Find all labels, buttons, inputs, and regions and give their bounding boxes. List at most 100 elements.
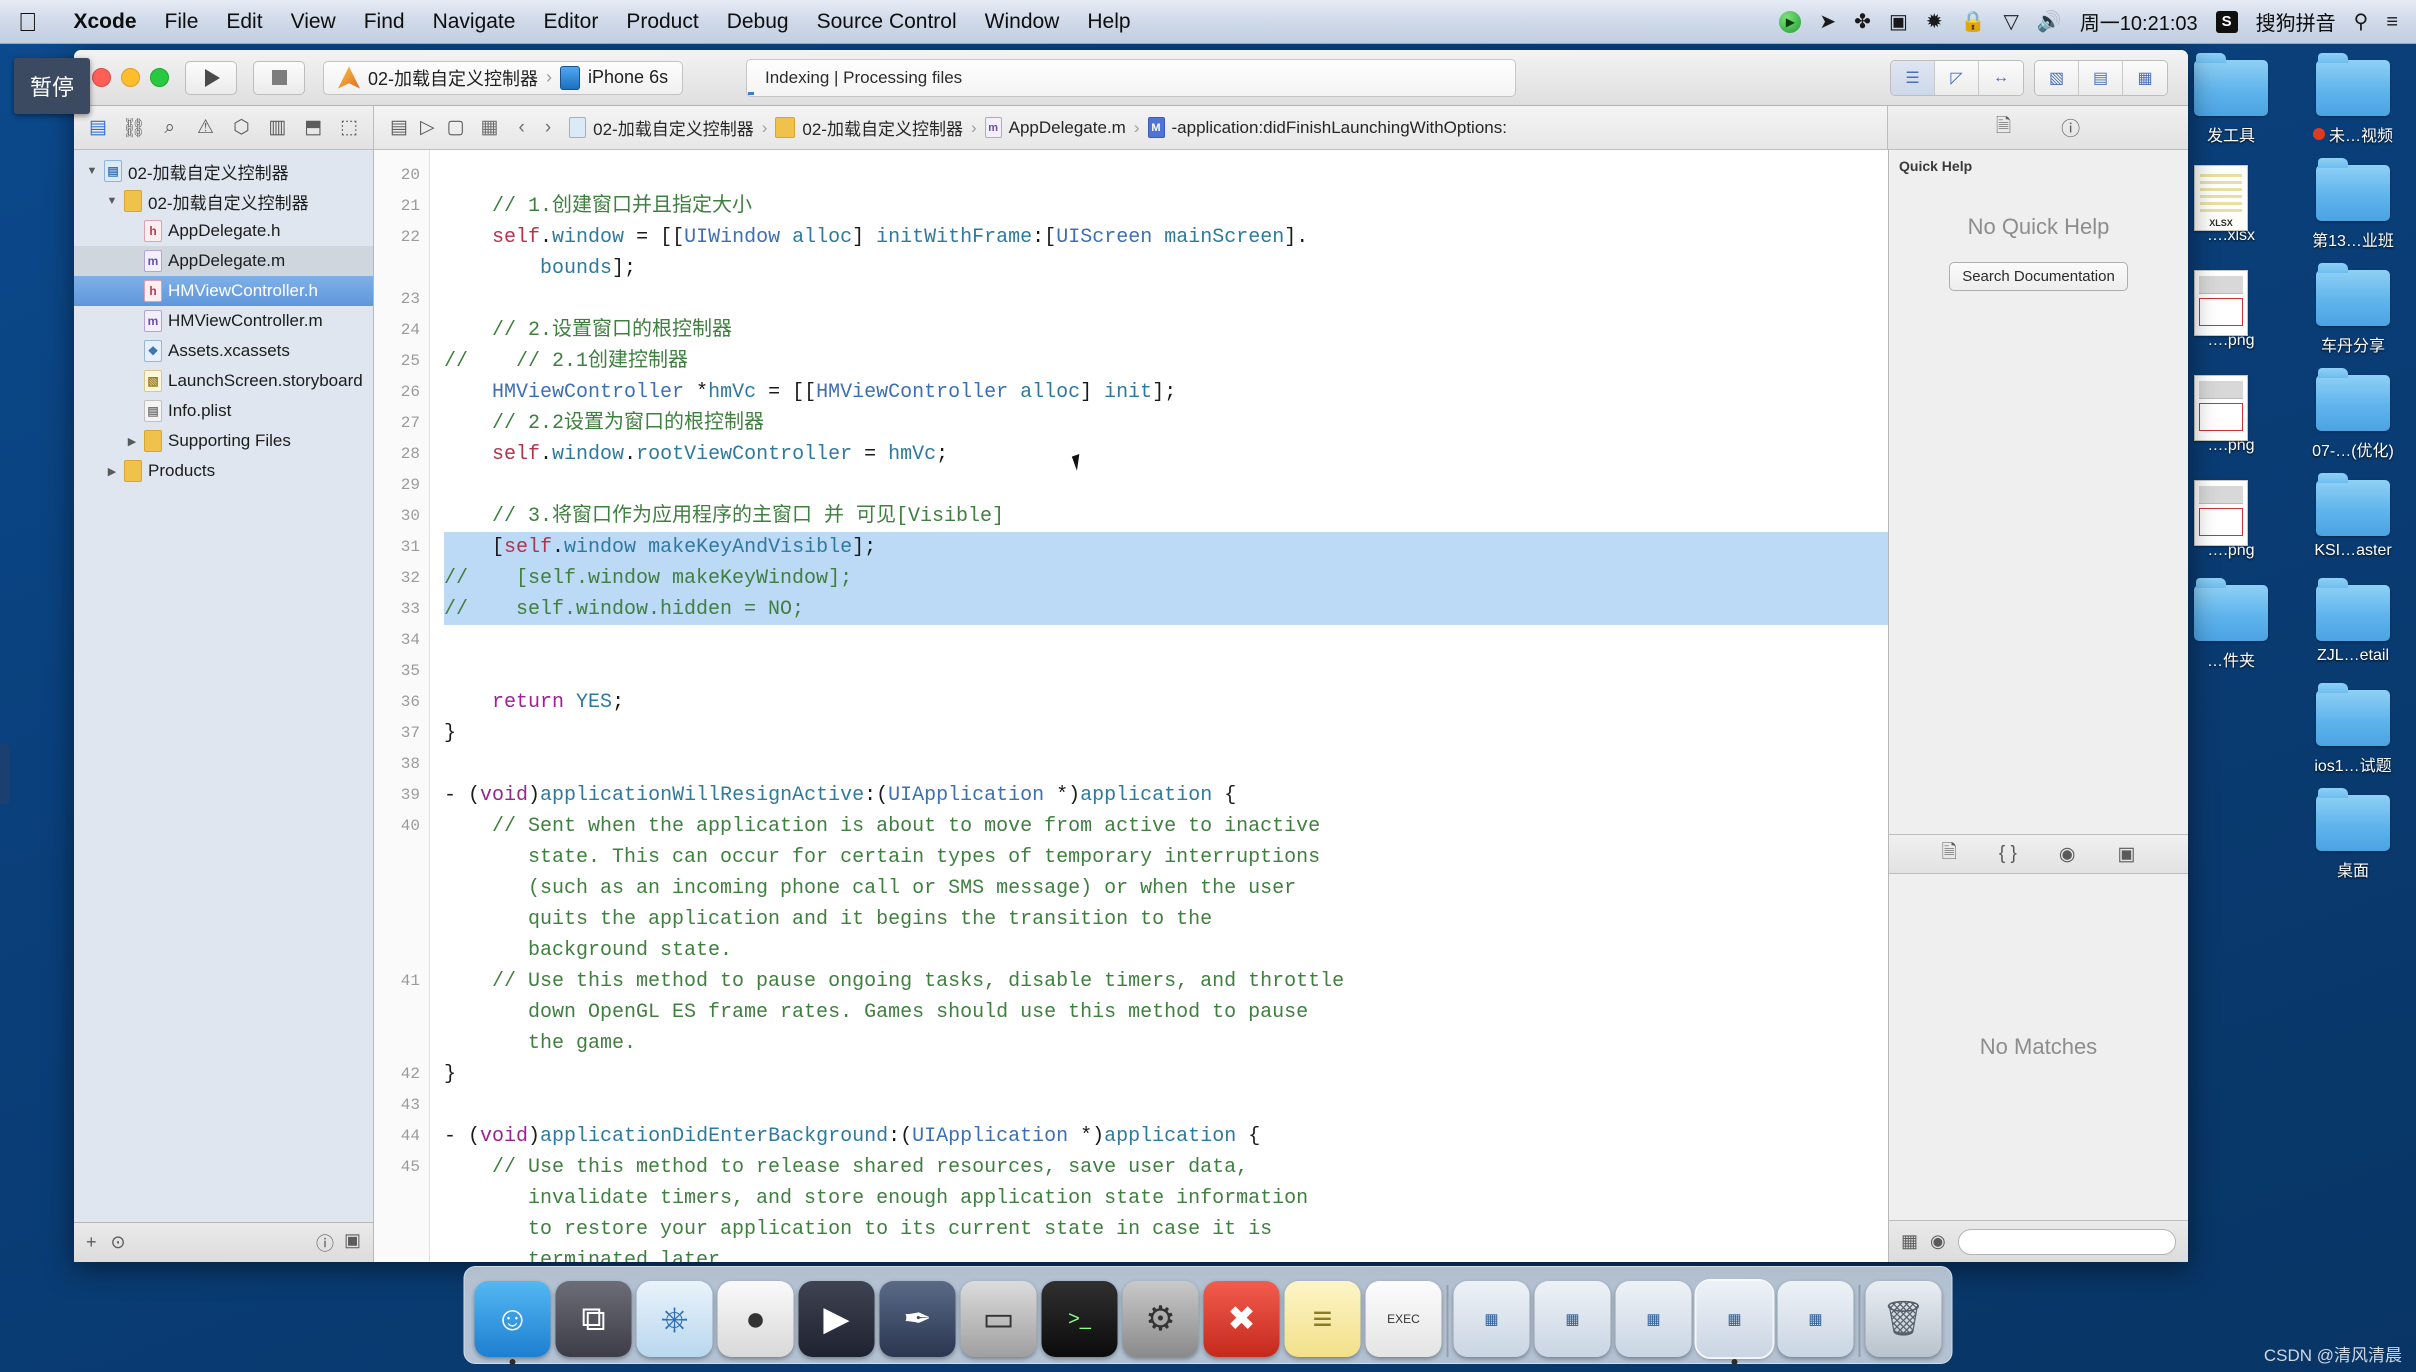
code-line[interactable]: bounds]; (444, 253, 1888, 284)
bluetooth-icon[interactable]: ✤ (1854, 12, 1871, 32)
desktop-icon-5[interactable]: 车丹分享 (2294, 263, 2412, 369)
desktop-icon-11[interactable]: ZJL…etail (2294, 578, 2412, 684)
code-line[interactable]: // Sent when the application is about to… (444, 811, 1888, 842)
code-text[interactable]: // 1.创建窗口并且指定大小 self.window = [[UIWindow… (430, 150, 1888, 1262)
dock-item-pen-tool[interactable]: ✒ (879, 1281, 956, 1357)
code-snippet-library-icon[interactable]: { } (1999, 843, 2017, 865)
navigator-item-8[interactable]: ▤ Info.plist (74, 396, 373, 426)
desktop-icon-6[interactable]: ….png (2172, 369, 2290, 474)
toggle-debug-area-button[interactable]: ▤ (2079, 60, 2123, 95)
input-method-label[interactable]: 搜狗拼音 (2256, 7, 2336, 36)
editor-assistant-button[interactable]: ◸ (1935, 60, 1979, 95)
code-line[interactable]: state. This can occur for certain types … (444, 842, 1888, 873)
code-line[interactable] (444, 656, 1888, 687)
close-window-button[interactable] (92, 68, 111, 87)
control-center-icon[interactable]: ≡ (2386, 12, 2398, 32)
code-line[interactable]: invalidate timers, and store enough appl… (444, 1183, 1888, 1214)
dock-item-exec-app[interactable]: EXEC (1365, 1281, 1442, 1357)
zoom-window-button[interactable] (150, 68, 169, 87)
code-line[interactable] (444, 625, 1888, 656)
dock-item-xmind[interactable]: ✖ (1203, 1281, 1280, 1357)
dock-item-trash[interactable]: 🗑 (1865, 1281, 1942, 1357)
dock-item-window-5[interactable]: ▦ (1777, 1281, 1854, 1357)
desktop-icon-3[interactable]: 第13…业班 (2294, 158, 2412, 264)
desktop-icon-1[interactable]: 未…视频 (2294, 53, 2412, 159)
navigator-item-9[interactable]: ▶ Supporting Files (74, 426, 373, 456)
breadcrumb-item-0[interactable]: 02-加载自定义控制器 (561, 115, 762, 140)
comments-icon[interactable]: ▢ (441, 116, 471, 139)
code-line[interactable] (444, 470, 1888, 501)
airdrop-icon[interactable]: ✹ (1926, 12, 1943, 32)
code-line[interactable]: background state. (444, 935, 1888, 966)
menu-item-navigate[interactable]: Navigate (419, 10, 530, 34)
code-line[interactable] (444, 160, 1888, 191)
dock-item-system-preferences[interactable]: ⚙ (1122, 1281, 1199, 1357)
dock-item-window-4[interactable]: ▦ (1694, 1279, 1775, 1365)
previous-file-icon[interactable]: ▷ (414, 116, 441, 139)
back-button[interactable]: ‹ (508, 117, 534, 139)
code-line[interactable] (444, 749, 1888, 780)
navigator-item-10[interactable]: ▶ Products (74, 456, 373, 486)
search-documentation-button[interactable]: Search Documentation (1949, 262, 2128, 291)
desktop-icon-13[interactable]: ios1…试题 (2294, 683, 2412, 789)
quick-help-inspector-icon[interactable]: ⓘ (2061, 114, 2080, 141)
grid-icon[interactable]: ▦ (471, 116, 509, 139)
toggle-navigator-button[interactable]: ▧ (2035, 60, 2079, 95)
desktop-icon-0[interactable]: 发工具 (2172, 53, 2290, 159)
debug-navigator-icon[interactable]: ▥ (264, 116, 290, 139)
menu-bar-clock[interactable]: 周一10:21:03 (2080, 7, 2198, 36)
disclosure-triangle-icon[interactable]: ▶ (124, 435, 140, 448)
code-line[interactable]: - (void)applicationWillResignActive:(UIA… (444, 780, 1888, 811)
breadcrumb-item-3[interactable]: M -application:didFinishLaunchingWithOpti… (1140, 117, 1515, 138)
volume-icon[interactable]: 🔊 (2037, 12, 2062, 32)
wifi-icon[interactable]: ▽ (2004, 12, 2019, 32)
code-line[interactable]: // 2.设置窗口的根控制器 (444, 315, 1888, 346)
navigator-item-2[interactable]: h AppDelegate.h (74, 216, 373, 246)
desktop-icon-9[interactable]: KSI…aster (2294, 473, 2412, 579)
dock-item-window-1[interactable]: ▦ (1453, 1281, 1530, 1357)
dock-item-mouse-utility[interactable]: ● (717, 1281, 794, 1357)
run-button[interactable] (185, 60, 237, 95)
screen-recorder-icon[interactable]: ▶ (1779, 10, 1802, 33)
desktop-icon-12[interactable] (2172, 684, 2290, 789)
project-navigator-icon[interactable]: ▤ (85, 116, 111, 139)
file-inspector-icon[interactable]: 🗎 (1996, 112, 2011, 144)
disclosure-triangle-icon[interactable]: ▼ (84, 165, 100, 177)
code-line[interactable]: // 2.2设置为窗口的根控制器 (444, 408, 1888, 439)
code-line[interactable]: terminated later. (444, 1245, 1888, 1262)
desktop-icon-15[interactable]: 桌面 (2294, 788, 2412, 894)
navigator-item-0[interactable]: ▼ ▤ 02-加载自定义控制器 (74, 156, 373, 186)
dock-item-simulator[interactable]: ▭ (960, 1281, 1037, 1357)
minimize-window-button[interactable] (121, 68, 140, 87)
dock-item-video-player[interactable]: ▶ (798, 1281, 875, 1357)
code-line[interactable]: the game. (444, 1028, 1888, 1059)
code-line[interactable]: quits the application and it begins the … (444, 904, 1888, 935)
add-file-button[interactable]: + (86, 1232, 97, 1253)
desktop-icon-14[interactable] (2172, 789, 2290, 894)
code-line[interactable]: - (void)applicationDidEnterBackground:(U… (444, 1121, 1888, 1152)
editor-version-button[interactable]: ↔ (1979, 60, 2023, 95)
location-icon[interactable]: ➤ (1819, 12, 1836, 32)
menu-item-view[interactable]: View (277, 10, 350, 34)
navigator-item-6[interactable]: ❖ Assets.xcassets (74, 336, 373, 366)
related-items-icon[interactable]: ▤ (384, 116, 414, 139)
menu-item-file[interactable]: File (151, 10, 213, 34)
desktop-icon-10[interactable]: …件夹 (2172, 578, 2290, 684)
desktop-icon-7[interactable]: 07-…(优化) (2294, 368, 2412, 474)
code-line[interactable]: // Use this method to pause ongoing task… (444, 966, 1888, 997)
code-line[interactable]: } (444, 718, 1888, 749)
navigator-item-3[interactable]: m AppDelegate.m (74, 246, 373, 276)
grid-icon[interactable]: ▦ (1901, 1231, 1918, 1252)
code-line[interactable]: [self.window makeKeyAndVisible]; (444, 532, 1888, 563)
menu-item-help[interactable]: Help (1073, 10, 1144, 34)
desktop-icon-4[interactable]: ….png (2172, 264, 2290, 369)
input-method-badge[interactable]: S (2215, 10, 2238, 33)
object-library-icon[interactable]: ◉ (2059, 843, 2076, 866)
lock-icon[interactable]: 🔒 (1961, 12, 1986, 32)
dock-item-safari[interactable]: ⎈ (636, 1281, 713, 1357)
code-line[interactable]: } (444, 1059, 1888, 1090)
code-line[interactable]: // self.window.hidden = NO; (444, 594, 1888, 625)
code-line[interactable]: self.window.rootViewController = hmVc; (444, 439, 1888, 470)
breakpoint-navigator-icon[interactable]: ⬒ (300, 116, 326, 139)
disclosure-triangle-icon[interactable]: ▶ (104, 465, 120, 478)
